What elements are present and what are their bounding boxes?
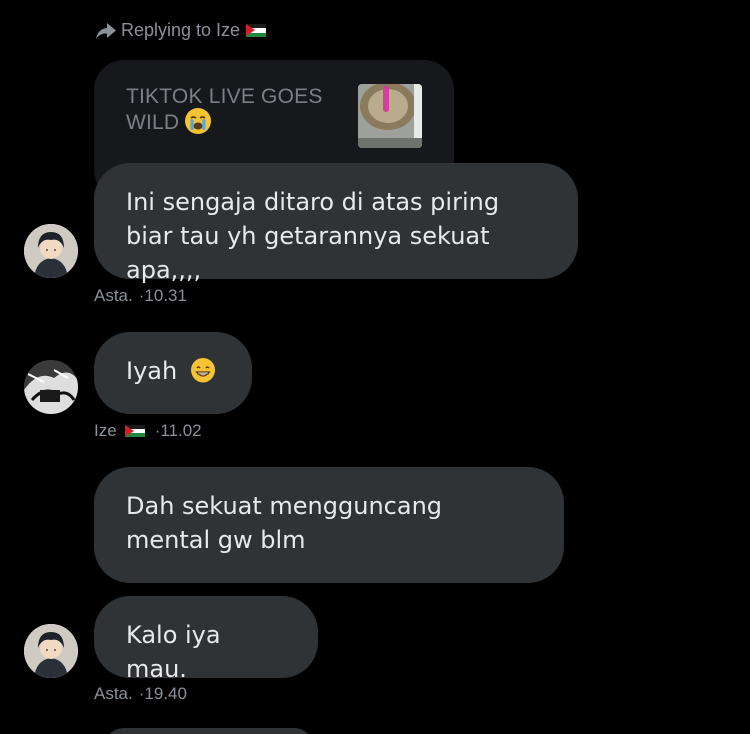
avatar[interactable] bbox=[24, 360, 78, 414]
timestamp: ·10.31 bbox=[138, 286, 187, 305]
message-meta: Asta. ·10.31 bbox=[94, 286, 187, 306]
sender-name: Asta. bbox=[94, 684, 133, 703]
reply-arrow-icon bbox=[95, 21, 117, 41]
timestamp: ·11.02 bbox=[154, 421, 202, 440]
avatar[interactable] bbox=[24, 224, 78, 278]
message-text: Kalo iya mau. bbox=[126, 621, 221, 683]
message-meta: Asta. ·19.40 bbox=[94, 684, 187, 704]
replying-to-label: Replying to Ize bbox=[121, 20, 241, 40]
message-text: Iyah bbox=[126, 357, 178, 385]
palestine-flag-icon bbox=[246, 24, 267, 37]
message-bubble[interactable]: Dah sekuat mengguncang mental gw blm bbox=[94, 467, 564, 583]
timestamp: ·19.40 bbox=[138, 684, 187, 703]
message-bubble[interactable]: Iyah bbox=[94, 332, 252, 414]
quoted-media-thumbnail[interactable] bbox=[358, 84, 422, 148]
message-bubble-partial[interactable] bbox=[104, 728, 314, 734]
message-bubble[interactable]: Kalo iya mau. bbox=[94, 596, 318, 683]
palestine-flag-icon bbox=[124, 424, 145, 438]
message-meta: Ize ·11.02 bbox=[94, 421, 202, 441]
message-bubble[interactable]: Ini sengaja ditaro di atas piring biar t… bbox=[94, 163, 578, 284]
quoted-message-text: TIKTOK LIVE GOES WILD bbox=[126, 85, 323, 135]
loudly-crying-face-emoji bbox=[185, 108, 212, 135]
replying-to-header: Replying to Ize bbox=[95, 20, 267, 41]
sender-name: Ize bbox=[94, 421, 117, 440]
dm-conversation: Replying to Ize TIKTOK LIVE GOES WILD In… bbox=[0, 0, 750, 734]
sender-name: Asta. bbox=[94, 286, 133, 305]
avatar[interactable] bbox=[24, 624, 78, 678]
message-text: Dah sekuat mengguncang mental gw blm bbox=[126, 492, 443, 554]
message-text: Ini sengaja ditaro di atas piring biar t… bbox=[126, 188, 500, 284]
grinning-face-emoji bbox=[190, 358, 215, 383]
